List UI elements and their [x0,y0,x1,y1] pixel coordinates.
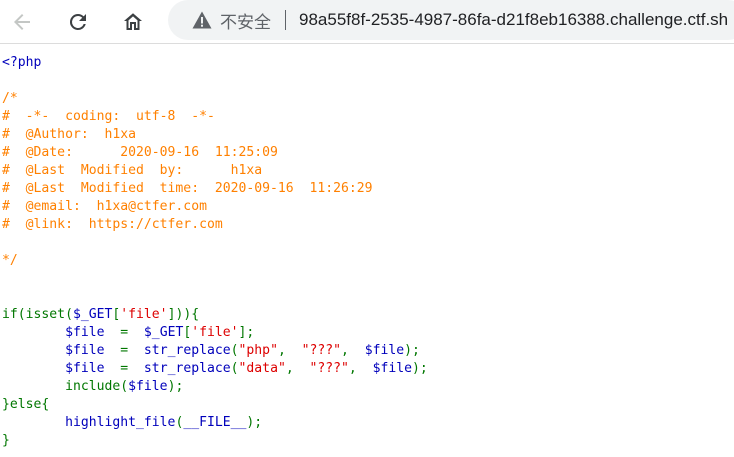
code-line: include($file); [2,378,734,396]
code-line: /* [2,90,734,108]
code-token: */ [2,253,18,268]
code-token: $file [128,379,168,394]
code-line: <?php [2,54,734,72]
code-token: , [285,361,310,376]
code-token: , [341,343,365,358]
reload-icon [69,13,86,30]
code-token: $_GET [143,325,184,340]
code-token: "data" [238,361,286,376]
code-token: "???" [301,343,342,358]
browser-toolbar: 不安全 98a55f8f-2535-4987-86fa-d21f8eb16388… [0,0,734,44]
code-token: = [120,343,144,358]
code-token: ); [246,415,263,430]
code-token: , [348,361,373,376]
code-line: } [2,432,734,450]
code-token: /* [2,91,18,106]
url-text[interactable]: 98a55f8f-2535-4987-86fa-d21f8eb16388.cha… [299,10,728,30]
code-token: = [120,325,144,340]
code-token: # @email: h1xa@ctfer.com [2,199,207,214]
code-token: # @Date: 2020-09-16 11:25:09 [2,145,278,160]
arrow-left-icon [14,14,30,30]
php-source-code: <?php /* # -*- coding: utf-8 -*- # @Author:… [2,54,734,450]
code-token: ])){ [167,307,200,322]
code-token: "php" [238,343,278,358]
code-token: if(isset( [2,307,73,322]
code-line: # @Date: 2020-09-16 11:25:09 [2,144,734,162]
warning-triangle-icon[interactable] [192,10,212,30]
code-token: } [2,433,10,448]
code-token: 'file' [191,325,239,340]
code-line: # @Last Modified time: 2020-09-16 11:26:… [2,180,734,198]
code-token: str_replace [143,343,231,358]
code-token: str_replace [143,361,231,376]
code-token: 'file' [120,307,168,322]
code-token: __FILE__ [183,415,247,430]
code-token: $file [372,361,412,376]
code-token: ]; [238,325,255,340]
code-token: ); [412,361,428,376]
code-token: # -*- coding: utf-8 -*- [2,109,215,124]
code-token: }else{ [2,397,50,412]
home-icon [124,13,142,30]
code-line: # @link: https://ctfer.com [2,216,734,234]
code-token: # @Author: h1xa [2,127,137,142]
code-token: $file [65,325,121,340]
code-token: $file [65,361,121,376]
home-button[interactable] [115,4,151,40]
code-line: }else{ [2,396,734,414]
code-token: = [120,361,144,376]
code-token: $file [65,343,121,358]
security-label[interactable]: 不安全 [220,8,271,33]
code-token: # @Last Modified by: h1xa [2,163,263,178]
back-button[interactable] [4,4,40,40]
code-line: $file = $_GET['file']; [2,324,734,342]
code-token: # @Last Modified time: 2020-09-16 11:26:… [2,181,373,196]
code-line: # @Last Modified by: h1xa [2,162,734,180]
code-token: <?php [2,55,42,70]
code-token: , [277,343,302,358]
code-token: ( [230,361,239,376]
code-line: $file = str_replace("php", "???", $file)… [2,342,734,360]
code-token: ); [167,379,184,394]
code-token: $file [364,343,405,358]
code-token: "???" [309,361,349,376]
code-token: ); [404,343,420,358]
code-token: include( [2,379,129,394]
code-line: */ [2,252,734,270]
code-token: ( [230,343,239,358]
code-line: if(isset($_GET['file'])){ [2,306,734,324]
code-token: # @link: https://ctfer.com [2,217,223,232]
code-line: # -*- coding: utf-8 -*- [2,108,734,126]
code-token: highlight_file [65,415,176,430]
code-line: $file = str_replace("data", "???", $file… [2,360,734,378]
address-bar[interactable]: 不安全 98a55f8f-2535-4987-86fa-d21f8eb16388… [168,0,734,40]
code-line: highlight_file(__FILE__); [2,414,734,432]
code-token: $_GET [72,307,113,322]
reload-button[interactable] [60,4,96,40]
code-line: # @email: h1xa@ctfer.com [2,198,734,216]
address-separator [285,10,286,30]
code-line: # @Author: h1xa [2,126,734,144]
